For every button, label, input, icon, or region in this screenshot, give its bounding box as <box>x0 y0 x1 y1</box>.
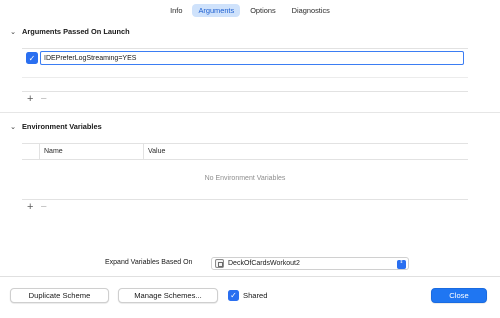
manage-schemes-button[interactable]: Manage Schemes... <box>118 288 218 303</box>
header-checkbox-column <box>22 143 40 160</box>
argument-value-field[interactable] <box>40 51 464 65</box>
tab-diagnostics[interactable]: Diagnostics <box>286 4 336 17</box>
close-button[interactable]: Close <box>431 288 487 303</box>
argument-enabled-checkbox[interactable]: ✓ <box>26 52 38 64</box>
environment-add-remove: + − <box>27 201 47 213</box>
argument-row[interactable]: ✓ <box>22 51 468 65</box>
empty-state-text: No Environment Variables <box>204 175 286 182</box>
scheme-tab-bar: Info Arguments Options Diagnostics <box>0 3 500 18</box>
tab-options[interactable]: Options <box>244 4 281 17</box>
column-header-value[interactable]: Value <box>144 148 165 155</box>
expand-variables-row: Expand Variables Based On DeckOfCardsWor… <box>0 257 500 271</box>
add-argument-plus-icon[interactable]: + <box>27 93 33 105</box>
arguments-section-title: Arguments Passed On Launch <box>22 27 130 36</box>
expand-variables-selected: DeckOfCardsWorkout2 <box>228 260 300 267</box>
arguments-add-remove: + − <box>27 93 47 105</box>
expand-variables-label: Expand Variables Based On <box>105 259 193 266</box>
footer-divider <box>0 276 500 277</box>
add-variable-plus-icon[interactable]: + <box>27 201 33 213</box>
arguments-table: ✓ <box>22 48 468 92</box>
arguments-section-header[interactable]: ⌄ Arguments Passed On Launch <box>8 27 130 36</box>
duplicate-scheme-button[interactable]: Duplicate Scheme <box>10 288 109 303</box>
environment-table: Name Value No Environment Variables <box>22 143 468 200</box>
disclosure-chevron-icon[interactable]: ⌄ <box>8 28 18 36</box>
environment-table-header: Name Value <box>22 143 468 160</box>
disclosure-chevron-icon[interactable]: ⌄ <box>8 123 18 131</box>
shared-toggle[interactable]: ✓ Shared <box>228 290 268 301</box>
shared-checkbox[interactable]: ✓ <box>228 290 239 301</box>
target-app-icon <box>215 259 224 268</box>
tab-info[interactable]: Info <box>164 4 188 17</box>
row-divider <box>22 77 468 78</box>
environment-section-header[interactable]: ⌄ Environment Variables <box>8 122 102 131</box>
popup-arrows-icon: ⇕ <box>397 260 406 269</box>
environment-section-title: Environment Variables <box>22 122 102 131</box>
tab-arguments[interactable]: Arguments <box>192 4 241 17</box>
remove-variable-minus-icon[interactable]: − <box>40 201 46 213</box>
expand-variables-popup[interactable]: DeckOfCardsWorkout2 ⇕ <box>211 257 409 270</box>
shared-label: Shared <box>243 291 268 300</box>
section-divider <box>0 112 500 113</box>
column-header-name[interactable]: Name <box>40 143 144 160</box>
remove-argument-minus-icon[interactable]: − <box>40 93 46 105</box>
